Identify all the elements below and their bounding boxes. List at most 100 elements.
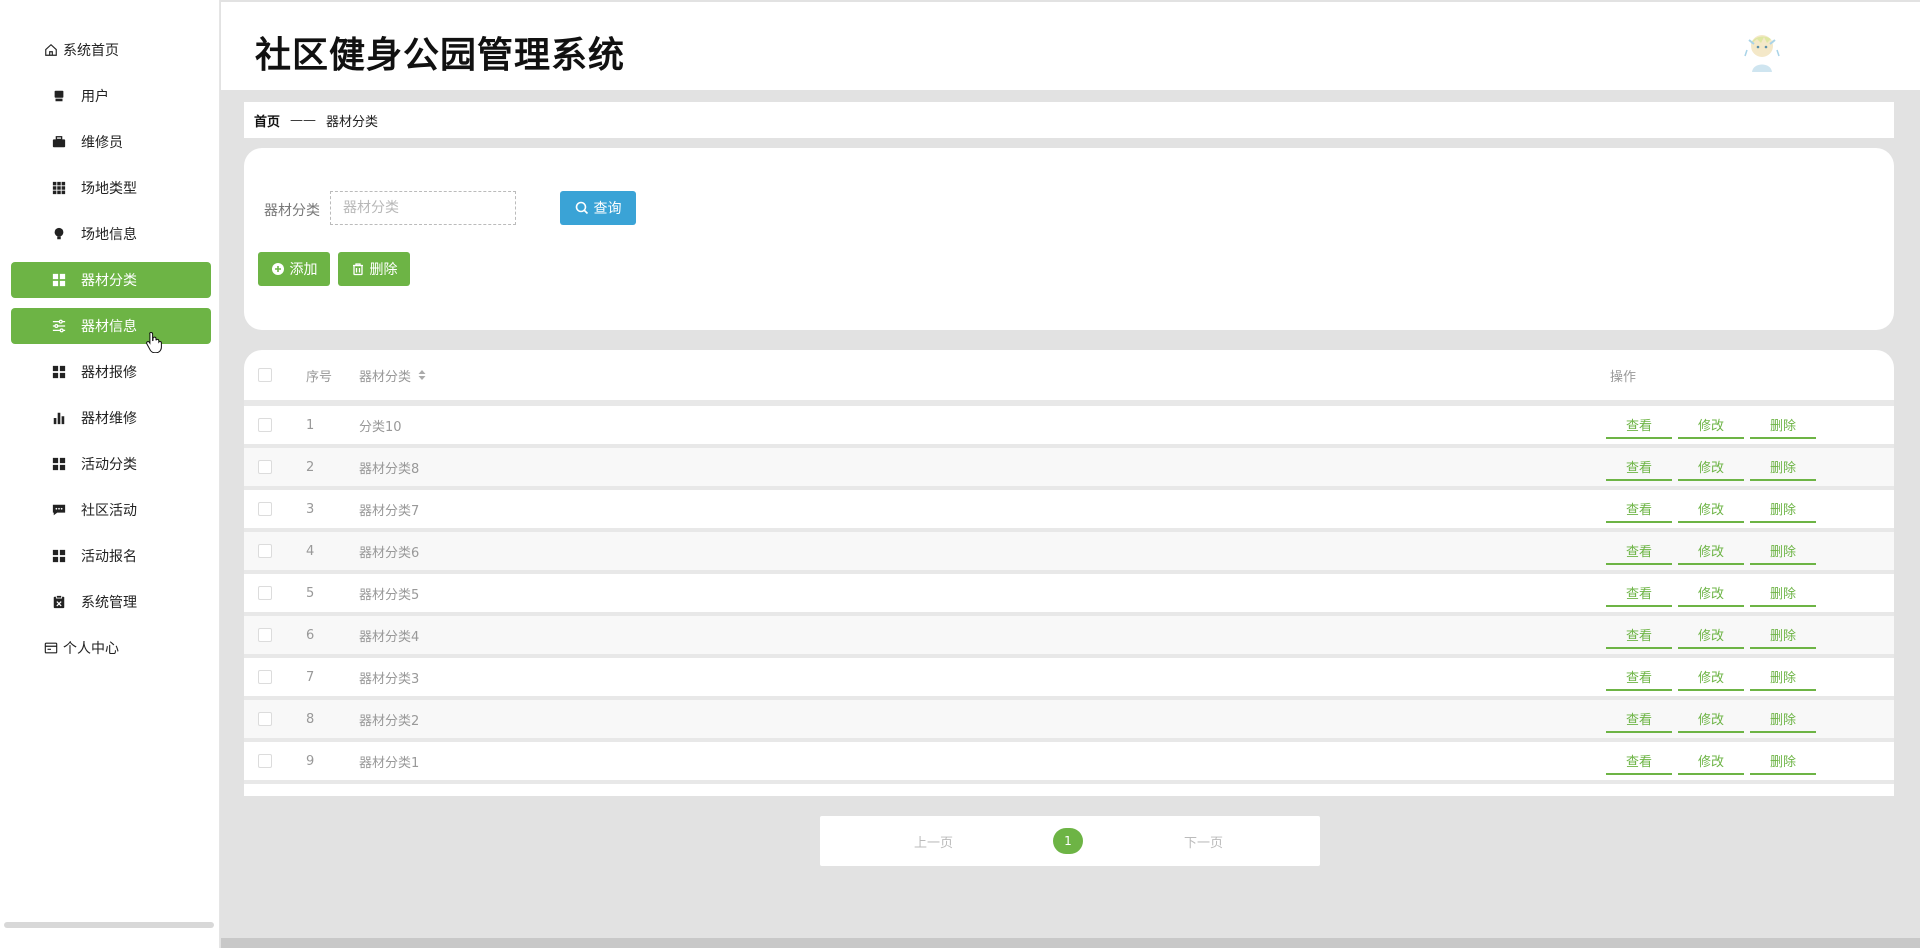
edit-button[interactable]: 修改 [1678,579,1744,607]
breadcrumb-separator: —— [290,112,317,128]
table-row: 5 器材分类5 查看 修改 删除 [244,574,1894,616]
header-name[interactable]: 器材分类 [359,366,427,385]
data-table: 序号 器材分类 操作 1 分类10 查看 修改 删除 2 器材分类8 查看 修改… [244,350,1894,796]
delete-button[interactable]: 删除 [338,252,410,286]
edit-button[interactable]: 修改 [1678,453,1744,481]
row-delete-button[interactable]: 删除 [1750,747,1816,775]
table-row: 2 器材分类8 查看 修改 删除 [244,448,1894,490]
row-delete-button[interactable]: 删除 [1750,579,1816,607]
edit-button[interactable]: 修改 [1678,537,1744,565]
sidebar-item-venue-info[interactable]: 场地信息 [11,216,211,252]
row-checkbox[interactable] [258,712,272,726]
row-name: 器材分类6 [359,545,420,561]
sidebar-item-activity-signup[interactable]: 活动报名 [11,538,211,574]
prev-page-button[interactable]: 上一页 [914,832,953,851]
row-delete-button[interactable]: 删除 [1750,453,1816,481]
header-edge [1900,2,1920,90]
sort-icon[interactable] [417,369,427,381]
edit-button[interactable]: 修改 [1678,621,1744,649]
plus-circle-icon [271,262,285,276]
view-button[interactable]: 查看 [1606,495,1672,523]
row-index: 9 [306,753,315,769]
sidebar-item-system-admin[interactable]: 系统管理 [11,584,211,620]
row-delete-button[interactable]: 删除 [1750,537,1816,565]
row-checkbox[interactable] [258,586,272,600]
view-button[interactable]: 查看 [1606,621,1672,649]
delete-button-label: 删除 [369,262,398,278]
user-icon [51,88,67,104]
row-checkbox[interactable] [258,460,272,474]
row-delete-button[interactable]: 删除 [1750,663,1816,691]
view-button[interactable]: 查看 [1606,579,1672,607]
select-all-checkbox[interactable] [258,368,272,382]
view-button[interactable]: 查看 [1606,705,1672,733]
search-label: 器材分类 [264,203,320,219]
row-checkbox[interactable] [258,502,272,516]
row-checkbox[interactable] [258,754,272,768]
row-checkbox[interactable] [258,628,272,642]
sidebar-item-equipment-info[interactable]: 器材信息 [11,308,211,344]
home-icon [43,42,59,58]
table-row: 7 器材分类3 查看 修改 删除 [244,658,1894,700]
row-name: 分类10 [359,419,402,435]
row-checkbox[interactable] [258,670,272,684]
horizontal-scrollbar[interactable] [221,938,1920,948]
search-input[interactable] [330,191,516,225]
breadcrumb-current: 器材分类 [326,114,379,130]
table-body: 1 分类10 查看 修改 删除 2 器材分类8 查看 修改 删除 3 器材分类7… [244,406,1894,784]
row-checkbox[interactable] [258,544,272,558]
vertical-scrollbar[interactable] [1904,90,1918,930]
sidebar-item-user[interactable]: 用户 [11,78,211,114]
sidebar-item-label: 系统首页 [63,43,119,59]
sidebar-item-personal-center[interactable]: 个人中心 [11,630,211,666]
row-ops: 查看 修改 删除 [1606,621,1816,649]
view-button[interactable]: 查看 [1606,747,1672,775]
sidebar-item-home[interactable]: 系统首页 [11,32,211,68]
sidebar-item-venue-type[interactable]: 场地类型 [11,170,211,206]
page-number-current[interactable]: 1 [1053,828,1083,854]
sidebar-item-equipment-report[interactable]: 器材报修 [11,354,211,390]
sidebar-item-equipment-category[interactable]: 器材分类 [11,262,211,298]
table-header: 序号 器材分类 操作 [244,350,1894,406]
row-index: 6 [306,627,315,643]
sidebar-item-community-activity[interactable]: 社区活动 [11,492,211,528]
row-delete-button[interactable]: 删除 [1750,621,1816,649]
edit-button[interactable]: 修改 [1678,747,1744,775]
edit-button[interactable]: 修改 [1678,705,1744,733]
sidebar-item-label: 器材分类 [81,273,137,289]
edit-button[interactable]: 修改 [1678,411,1744,439]
row-index: 7 [306,669,315,685]
query-button[interactable]: 查询 [560,191,636,225]
next-page-button[interactable]: 下一页 [1184,832,1223,851]
breadcrumb: 首页 —— 器材分类 [244,102,1894,138]
row-ops: 查看 修改 删除 [1606,579,1816,607]
add-button[interactable]: 添加 [258,252,330,286]
row-name: 器材分类2 [359,713,420,729]
sidebar-item-activity-category[interactable]: 活动分类 [11,446,211,482]
view-button[interactable]: 查看 [1606,663,1672,691]
view-button[interactable]: 查看 [1606,537,1672,565]
sidebar-item-label: 场地类型 [81,181,137,197]
row-index: 8 [306,711,315,727]
edit-button[interactable]: 修改 [1678,495,1744,523]
sidebar-item-equipment-repair[interactable]: 器材维修 [11,400,211,436]
breadcrumb-home[interactable]: 首页 [254,111,280,130]
sidebar-item-repairman[interactable]: 维修员 [11,124,211,160]
view-button[interactable]: 查看 [1606,411,1672,439]
row-name: 器材分类5 [359,587,420,603]
search-icon [575,201,589,215]
row-name: 器材分类4 [359,629,420,645]
avatar[interactable] [1743,28,1781,74]
row-ops: 查看 修改 删除 [1606,747,1816,775]
edit-button[interactable]: 修改 [1678,663,1744,691]
sidebar-item-label: 维修员 [81,135,123,151]
sidebar-scrollbar[interactable] [4,922,214,928]
row-delete-button[interactable]: 删除 [1750,705,1816,733]
table-row: 3 器材分类7 查看 修改 删除 [244,490,1894,532]
dashboard-icon [51,456,67,472]
sidebar-item-label: 器材报修 [81,365,137,381]
row-delete-button[interactable]: 删除 [1750,495,1816,523]
row-delete-button[interactable]: 删除 [1750,411,1816,439]
view-button[interactable]: 查看 [1606,453,1672,481]
row-checkbox[interactable] [258,418,272,432]
